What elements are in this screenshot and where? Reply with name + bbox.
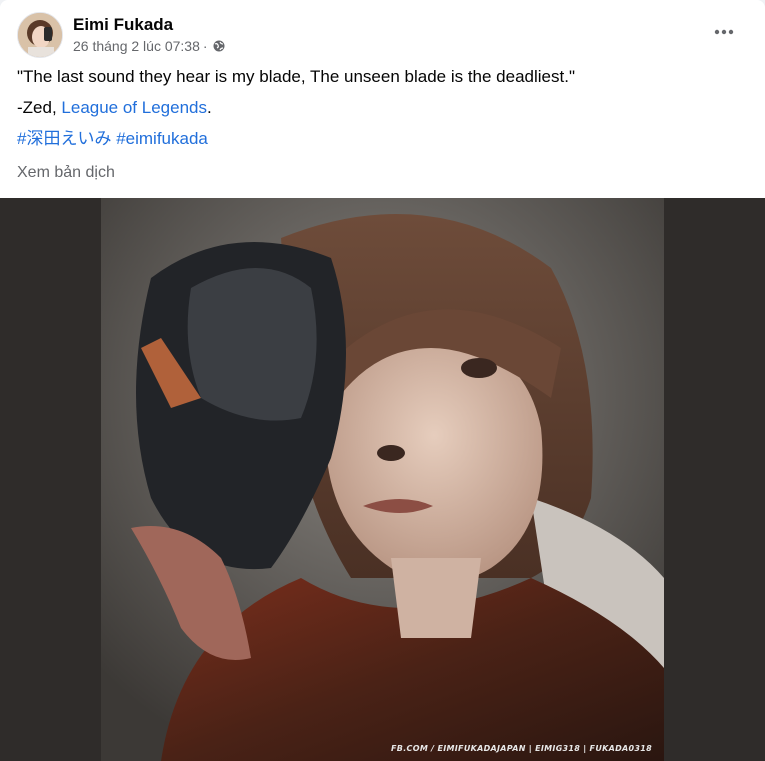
- post-quote: "The last sound they hear is my blade, T…: [17, 67, 575, 86]
- post-photo[interactable]: FB.COM / EIMIFUKADAJAPAN | EIMIG318 | FU…: [101, 198, 664, 761]
- photo-image: [101, 198, 664, 761]
- attribution-suffix: .: [207, 98, 212, 117]
- post-text: "The last sound they hear is my blade, T…: [17, 66, 748, 159]
- post-attribution: -Zed, League of Legends.: [17, 97, 748, 119]
- league-of-legends-link[interactable]: League of Legends: [61, 98, 207, 117]
- post-hashtags: #深田えいみ #eimifukada: [17, 128, 748, 150]
- avatar-image: [18, 13, 62, 57]
- post-timestamp[interactable]: 26 tháng 2 lúc 07:38: [73, 38, 200, 54]
- attribution-prefix: -Zed,: [17, 98, 62, 117]
- hashtag-link[interactable]: #eimifukada: [116, 129, 208, 148]
- meta-separator: ·: [202, 38, 208, 54]
- feed-post: Eimi Fukada 26 tháng 2 lúc 07:38 · "The …: [0, 0, 765, 761]
- hashtag-link[interactable]: #深田えいみ: [17, 129, 111, 148]
- post-meta: 26 tháng 2 lúc 07:38 ·: [73, 38, 225, 54]
- author-avatar[interactable]: [17, 12, 63, 58]
- more-options-button[interactable]: [709, 22, 739, 42]
- post-header: Eimi Fukada 26 tháng 2 lúc 07:38 ·: [17, 12, 753, 58]
- author-name[interactable]: Eimi Fukada: [73, 15, 173, 35]
- globe-icon[interactable]: [213, 40, 225, 52]
- see-translation-link[interactable]: Xem bản dịch: [17, 164, 115, 182]
- more-horizontal-icon: [714, 29, 734, 35]
- photo-watermark: FB.COM / EIMIFUKADAJAPAN | EIMIG318 | FU…: [391, 744, 652, 753]
- post-media[interactable]: FB.COM / EIMIFUKADAJAPAN | EIMIG318 | FU…: [0, 198, 765, 761]
